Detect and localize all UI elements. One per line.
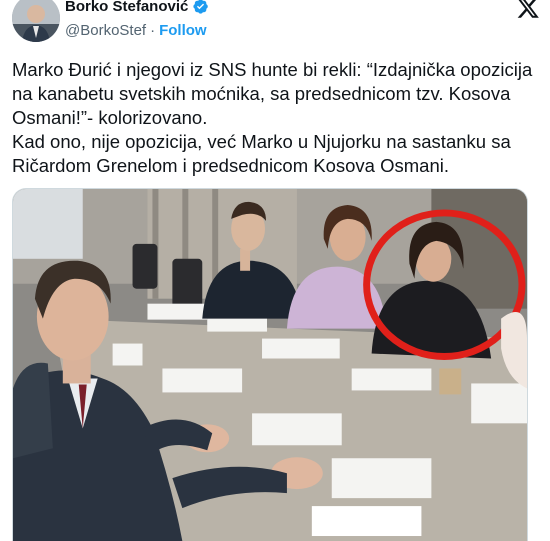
tweet-header: Borko Stefanović @BorkoStef · Follow — [12, 0, 540, 50]
display-name[interactable]: Borko Stefanović — [65, 0, 188, 15]
follow-button[interactable]: Follow — [159, 22, 207, 39]
avatar[interactable] — [12, 0, 60, 42]
x-logo-icon[interactable] — [516, 0, 540, 20]
verified-badge-icon — [192, 0, 209, 15]
separator: · — [150, 22, 156, 39]
tweet-text: Marko Đurić i njegovi iz SNS hunte bi re… — [12, 59, 533, 176]
handle[interactable]: @BorkoStef — [65, 22, 146, 39]
tweet-photo[interactable] — [12, 188, 528, 541]
name-row: Borko Stefanović — [65, 0, 209, 15]
handle-row: @BorkoStef · Follow — [65, 22, 207, 39]
